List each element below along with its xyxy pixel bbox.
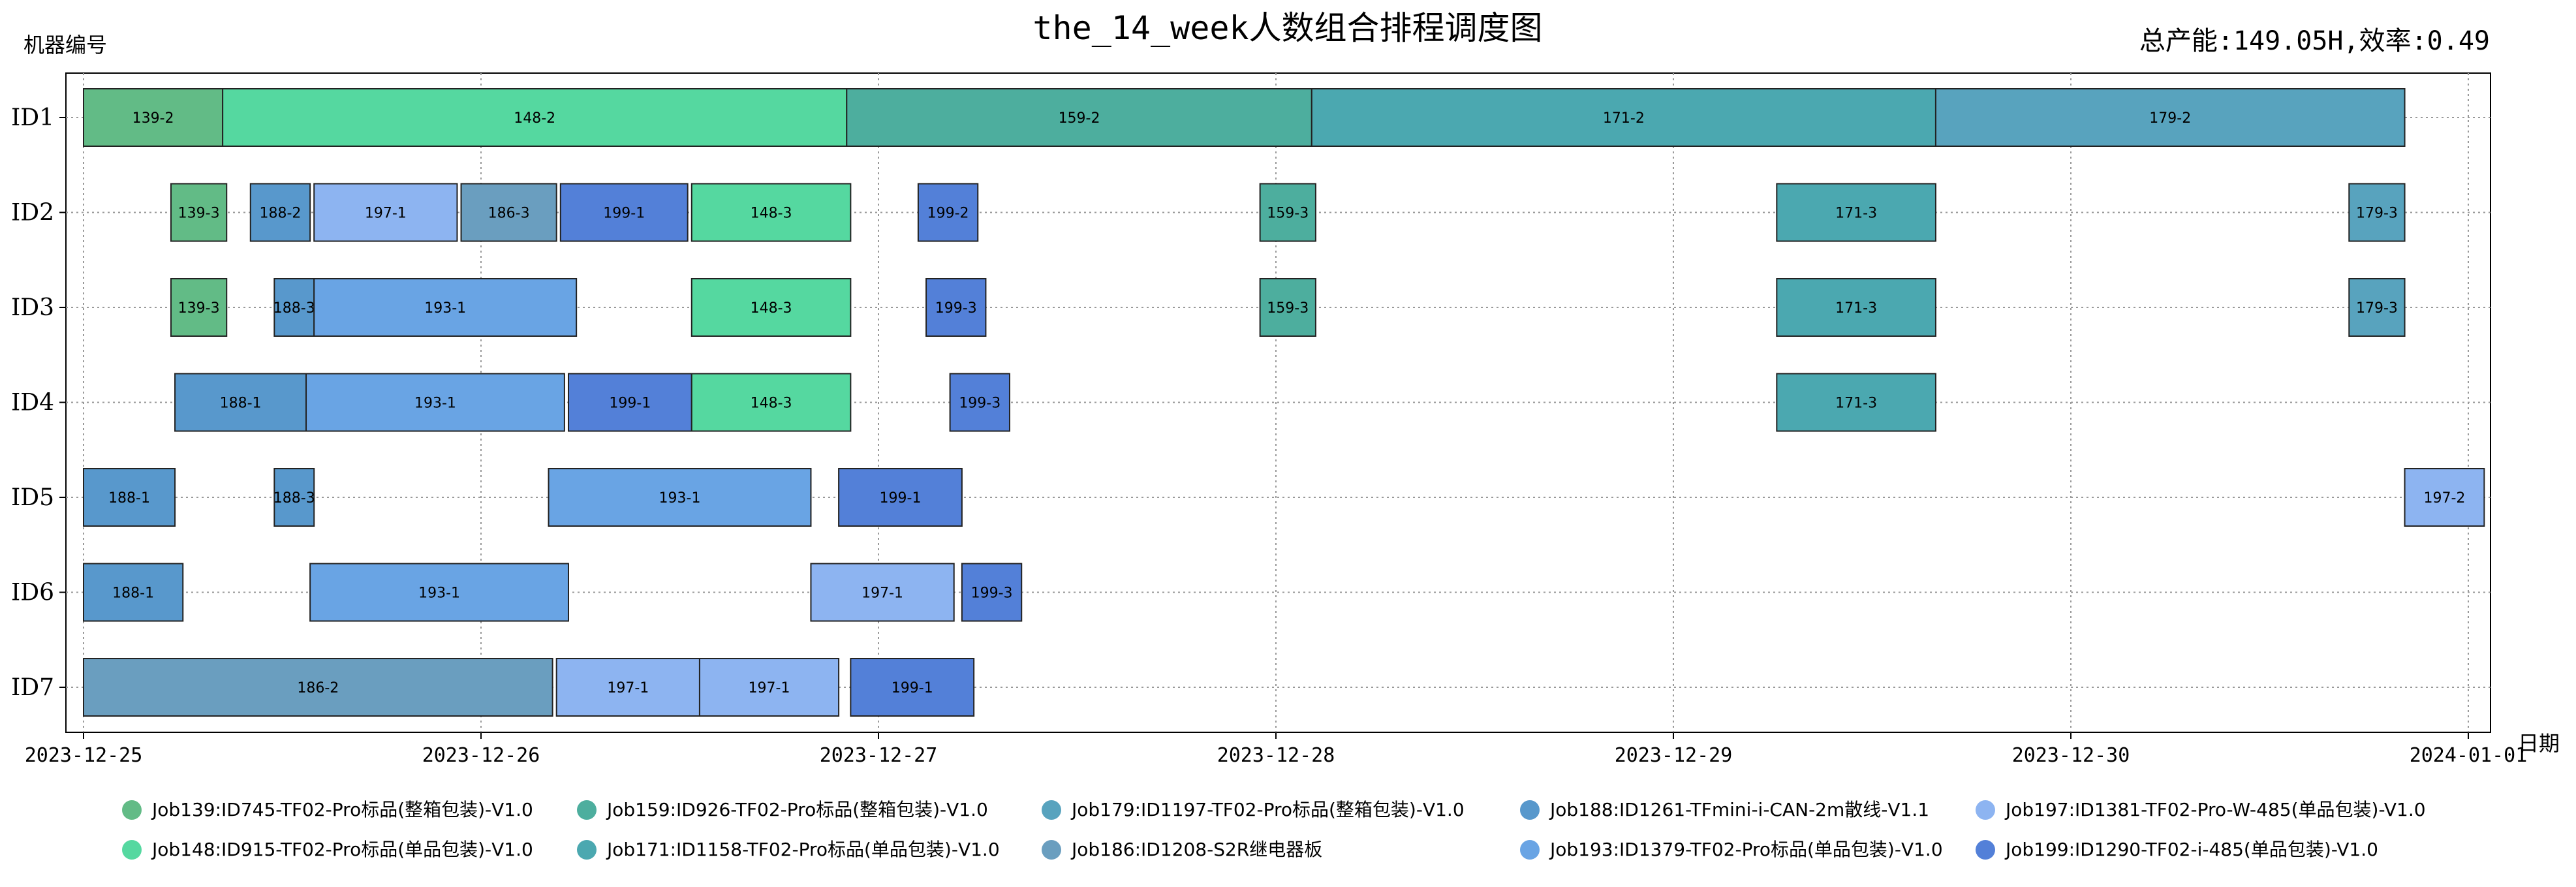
legend-marker xyxy=(1042,800,1061,820)
task-bar-label: 159-2 xyxy=(1059,110,1100,127)
legend-marker xyxy=(577,840,597,860)
y-tick-label: ID4 xyxy=(11,390,54,416)
task-bar-label: 199-1 xyxy=(880,490,922,506)
task-bar-label: 199-3 xyxy=(971,585,1013,602)
task-bar-label: 193-1 xyxy=(414,396,456,412)
x-tick-label: 2023-12-25 xyxy=(25,744,143,767)
task-bar-label: 199-1 xyxy=(892,680,933,696)
task-bar-label: 188-1 xyxy=(108,490,150,506)
task-bar-label: 197-2 xyxy=(2423,490,2465,506)
task-bar-label: 148-2 xyxy=(514,110,555,127)
legend-label: Job193:ID1379-TF02-Pro标品(单品包装)-V1.0 xyxy=(1549,839,1943,860)
legend-marker xyxy=(1976,800,1995,820)
y-tick-label: ID6 xyxy=(11,580,54,606)
task-bar-label: 186-3 xyxy=(488,206,530,222)
task-bar-label: 199-3 xyxy=(935,300,977,317)
legend: Job139:ID745-TF02-Pro标品(整箱包装)-V1.0 Job148… xyxy=(122,799,2426,860)
task-bar-label: 193-1 xyxy=(659,490,701,506)
task-bar-label: 171-2 xyxy=(1603,110,1645,127)
legend-marker xyxy=(1042,840,1061,860)
task-bar-label: 197-1 xyxy=(861,585,903,602)
task-bar-label: 197-1 xyxy=(607,680,649,696)
legend-label: Job197:ID1381-TF02-Pro-W-485(单品包装)-V1.0 xyxy=(2004,799,2426,820)
legend-label: Job188:ID1261-TFmini-i-CAN-2m散线-V1.1 xyxy=(1549,799,1929,820)
task-bar-label: 179-3 xyxy=(2356,300,2398,317)
task-bar-label: 188-3 xyxy=(273,490,315,506)
task-bar-label: 188-3 xyxy=(273,300,315,317)
task-bar-label: 197-1 xyxy=(365,206,407,222)
task-bar-label: 148-3 xyxy=(751,206,792,222)
x-tick-label: 2023-12-29 xyxy=(1615,744,1733,767)
legend-marker xyxy=(122,800,142,820)
x-tick-label: 2023-12-30 xyxy=(2012,744,2130,767)
task-bar-label: 139-2 xyxy=(132,110,174,127)
task-bar-label: 188-1 xyxy=(220,396,262,412)
legend-label: Job179:ID1197-TF02-Pro标品(整箱包装)-V1.0 xyxy=(1070,799,1465,820)
chart-summary: 总产能:149.05H,效率:0.49 xyxy=(2139,26,2490,56)
legend-marker xyxy=(577,800,597,820)
task-bar-label: 148-3 xyxy=(751,396,792,412)
legend-marker xyxy=(122,840,142,860)
y-tick-label: ID7 xyxy=(11,674,54,701)
x-tick-label: 2023-12-26 xyxy=(422,744,540,767)
legend-label: Job199:ID1290-TF02-i-485(单品包装)-V1.0 xyxy=(2004,839,2378,860)
task-bar-label: 197-1 xyxy=(749,680,790,696)
task-bar-label: 193-1 xyxy=(424,300,466,317)
legend-marker xyxy=(1520,800,1540,820)
task-bar-label: 179-2 xyxy=(2149,110,2191,127)
y-tick-label: ID3 xyxy=(11,294,54,321)
y-tick-label: ID5 xyxy=(11,484,54,511)
y-tick-label: ID2 xyxy=(11,200,54,226)
task-bar-label: 171-3 xyxy=(1835,396,1877,412)
gantt-chart: the_14_week人数组合排程调度图 总产能:149.05H,效率:0.49… xyxy=(11,9,2560,860)
task-bar-label: 139-3 xyxy=(178,300,220,317)
task-bar-label: 188-1 xyxy=(112,585,154,602)
y-axis-label: 机器编号 xyxy=(23,33,107,57)
task-bar-label: 159-3 xyxy=(1267,300,1309,317)
x-tick-label: 2023-12-28 xyxy=(1217,744,1335,767)
task-bar-label: 186-2 xyxy=(297,680,339,696)
legend-label: Job171:ID1158-TF02-Pro标品(单品包装)-V1.0 xyxy=(606,839,1000,860)
task-bar-label: 139-3 xyxy=(178,206,220,222)
legend-label: Job139:ID745-TF02-Pro标品(整箱包装)-V1.0 xyxy=(151,799,533,820)
task-bar-label: 199-1 xyxy=(609,396,651,412)
legend-marker xyxy=(1976,840,1995,860)
x-tick-label: 2023-12-27 xyxy=(820,744,938,767)
task-bar-label: 199-3 xyxy=(959,396,1001,412)
task-bar-label: 171-3 xyxy=(1835,300,1877,317)
x-tick-label: 2024-01-01 xyxy=(2410,744,2528,767)
y-tick-label: ID1 xyxy=(11,104,54,131)
task-bar-label: 188-2 xyxy=(259,206,301,222)
task-bar-label: 171-3 xyxy=(1835,206,1877,222)
task-bar-label: 179-3 xyxy=(2356,206,2398,222)
chart-title: the_14_week人数组合排程调度图 xyxy=(1032,9,1542,47)
legend-label: Job159:ID926-TF02-Pro标品(整箱包装)-V1.0 xyxy=(606,799,988,820)
task-bar-label: 199-1 xyxy=(603,206,645,222)
legend-label: Job186:ID1208-S2R继电器板 xyxy=(1070,839,1322,860)
task-bar-label: 159-3 xyxy=(1267,206,1309,222)
legend-label: Job148:ID915-TF02-Pro标品(单品包装)-V1.0 xyxy=(151,839,533,860)
task-bar-label: 193-1 xyxy=(418,585,460,602)
task-bar-label: 148-3 xyxy=(751,300,792,317)
legend-marker xyxy=(1520,840,1540,860)
task-bar-label: 199-2 xyxy=(927,206,969,222)
